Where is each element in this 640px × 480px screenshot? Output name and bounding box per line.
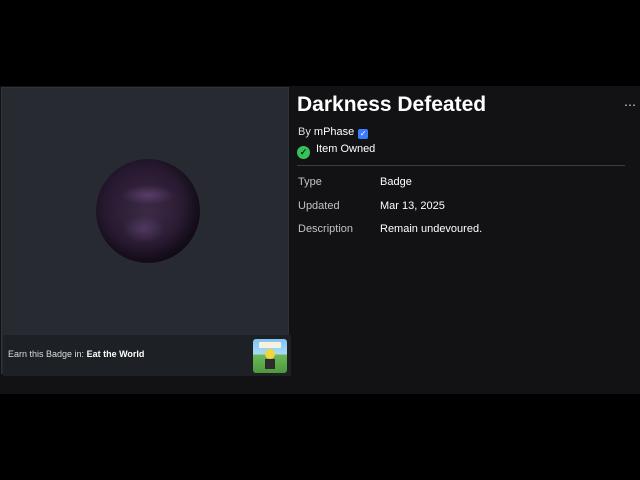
detail-key: Type: [298, 176, 322, 188]
creator-line: By mPhase ✓: [298, 126, 369, 139]
earn-badge-text: Earn this Badge in: Eat the World: [8, 349, 144, 359]
more-options-icon[interactable]: ⋯: [624, 99, 638, 111]
detail-value: Mar 13, 2025: [380, 199, 445, 212]
earn-badge-bar[interactable]: Earn this Badge in: Eat the World: [3, 335, 291, 376]
detail-value: Badge: [380, 176, 412, 188]
badge-title: Darkness Defeated: [297, 93, 487, 116]
verified-icon: ✓: [358, 129, 369, 139]
check-circle-icon: ✓: [297, 146, 310, 159]
badge-image-panel: Earn this Badge in: Eat the World: [1, 87, 291, 376]
owned-label: Item Owned: [316, 143, 376, 155]
detail-value: Remain undevoured.: [380, 223, 483, 235]
badge-image: [96, 159, 200, 263]
game-character-head: [265, 349, 275, 359]
detail-key: Updated: [298, 199, 340, 212]
game-character-body: [265, 359, 275, 369]
divider: [297, 165, 625, 166]
creator-link[interactable]: mPhase: [314, 126, 354, 138]
item-owned-status: ✓ Item Owned: [297, 143, 375, 159]
badge-page: Earn this Badge in: Eat the World Darkne…: [0, 86, 640, 394]
earn-prefix: Earn this Badge in:: [8, 349, 85, 359]
earn-game-link[interactable]: Eat the World: [87, 349, 145, 359]
detail-key: Description: [298, 223, 354, 235]
by-label: By: [298, 126, 311, 138]
game-thumbnail[interactable]: [253, 339, 287, 373]
game-logo: [259, 342, 281, 348]
